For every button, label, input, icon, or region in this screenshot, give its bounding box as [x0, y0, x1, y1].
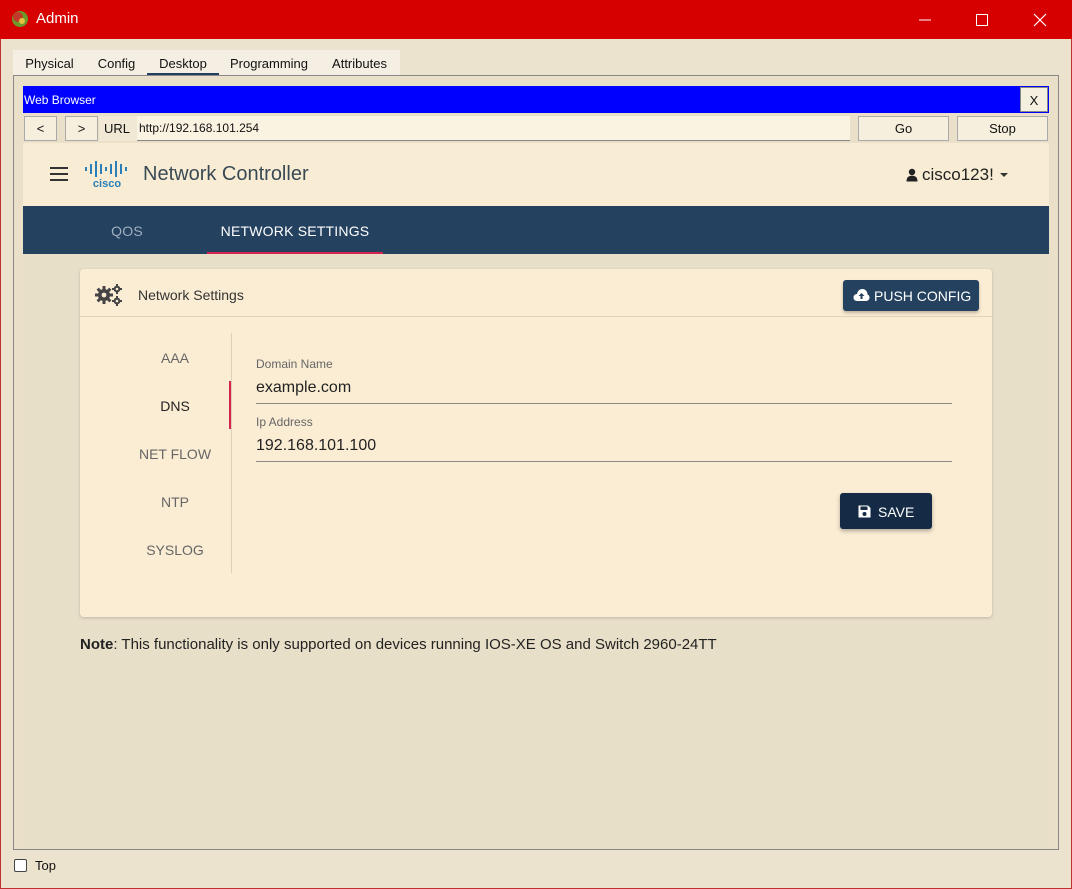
device-tabs: Physical Config Desktop Programming Attr…	[13, 50, 400, 76]
menu-icon[interactable]	[50, 167, 68, 181]
top-checkbox-label: Top	[35, 858, 56, 873]
window-title: Admin	[36, 10, 79, 27]
domain-name-input[interactable]	[256, 376, 952, 404]
window-titlebar: Admin	[0, 0, 1072, 39]
browser-titlebar: Web Browser	[23, 86, 1049, 113]
note-text: Note: This functionality is only support…	[80, 636, 717, 653]
svg-text:cisco: cisco	[93, 178, 121, 188]
tab-desktop[interactable]: Desktop	[147, 50, 219, 76]
note-bold: Note	[80, 636, 114, 653]
minimize-icon	[919, 19, 931, 21]
top-checkbox[interactable]	[14, 859, 27, 872]
tab-physical[interactable]: Physical	[13, 50, 86, 76]
back-button[interactable]: <	[24, 116, 57, 141]
tab-attributes[interactable]: Attributes	[319, 50, 400, 76]
stop-button[interactable]: Stop	[957, 116, 1048, 141]
browser-close-button[interactable]: X	[1020, 87, 1048, 112]
caret-down-icon	[999, 172, 1008, 177]
save-button[interactable]: SAVE	[840, 493, 932, 529]
go-button[interactable]: Go	[858, 116, 949, 141]
app-icon	[12, 11, 28, 27]
domain-name-label: Domain Name	[256, 357, 333, 371]
minimize-button[interactable]	[896, 0, 954, 39]
card-title: Network Settings	[138, 287, 244, 303]
save-label: SAVE	[878, 504, 915, 520]
user-menu[interactable]: cisco123!	[906, 164, 1008, 186]
close-button[interactable]	[1011, 0, 1069, 39]
nav-tab-qos[interactable]: QOS	[90, 206, 164, 254]
cloud-upload-icon	[853, 289, 870, 301]
note-body: : This functionality is only supported o…	[113, 636, 717, 653]
ip-address-input[interactable]	[256, 434, 952, 462]
cisco-logo: cisco	[85, 161, 127, 188]
app-title: Network Controller	[143, 163, 309, 185]
user-icon	[906, 168, 918, 182]
save-icon	[858, 505, 871, 518]
push-config-button[interactable]: PUSH CONFIG	[843, 280, 979, 311]
nav-tab-network-settings[interactable]: NETWORK SETTINGS	[207, 206, 383, 254]
user-name: cisco123!	[922, 164, 994, 184]
side-item-dns[interactable]: DNS	[120, 381, 230, 429]
forward-button[interactable]: >	[65, 116, 98, 141]
close-icon	[1033, 13, 1047, 27]
side-item-ntp[interactable]: NTP	[120, 477, 230, 525]
gears-icon	[95, 284, 122, 306]
app-nav	[23, 206, 1049, 254]
tab-programming[interactable]: Programming	[219, 50, 319, 76]
maximize-button[interactable]	[953, 0, 1011, 39]
url-input[interactable]	[137, 116, 850, 141]
url-label: URL	[99, 116, 137, 141]
side-item-net-flow[interactable]: NET FLOW	[120, 429, 230, 477]
side-item-aaa[interactable]: AAA	[120, 333, 230, 381]
side-nav-divider	[231, 333, 232, 573]
maximize-icon	[976, 14, 988, 26]
push-config-label: PUSH CONFIG	[874, 288, 972, 304]
tab-config[interactable]: Config	[86, 50, 147, 76]
side-item-syslog[interactable]: SYSLOG	[120, 525, 230, 573]
ip-address-label: Ip Address	[256, 415, 313, 429]
